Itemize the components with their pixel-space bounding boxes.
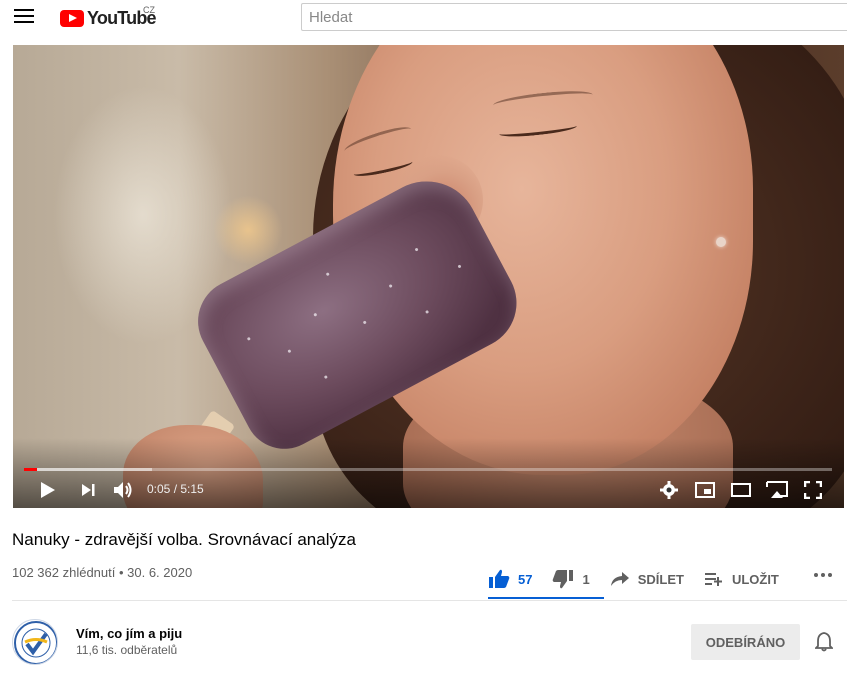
like-count: 57 bbox=[518, 571, 533, 587]
share-icon bbox=[610, 572, 629, 586]
sentiment-bar bbox=[488, 597, 604, 599]
like-button[interactable]: 57 bbox=[488, 569, 532, 589]
save-playlist-icon bbox=[704, 573, 722, 586]
theater-icon bbox=[731, 483, 751, 497]
share-button[interactable]: SDÍLET bbox=[610, 571, 684, 587]
miniplayer-icon bbox=[695, 482, 715, 498]
country-code: CZ bbox=[143, 5, 155, 15]
cast-icon bbox=[766, 481, 788, 498]
thumbs-down-icon bbox=[553, 570, 574, 589]
search-box bbox=[301, 3, 847, 31]
time-display: 0:05 / 5:15 bbox=[147, 482, 204, 496]
miniplayer-button[interactable] bbox=[694, 480, 716, 500]
next-button[interactable] bbox=[78, 481, 98, 499]
volume-icon bbox=[114, 482, 132, 498]
save-button[interactable]: ULOŽIT bbox=[704, 571, 779, 587]
buffer-bar bbox=[24, 468, 152, 471]
video-meta: 102 362 zhlédnutí • 30. 6. 2020 bbox=[12, 565, 193, 580]
save-label: ULOŽIT bbox=[731, 571, 779, 587]
video-title: Nanuky - zdravější volba. Srovnávací ana… bbox=[12, 530, 356, 549]
dislike-count: 1 bbox=[582, 571, 590, 587]
settings-icon bbox=[660, 481, 678, 499]
volume-button[interactable] bbox=[112, 480, 134, 500]
fullscreen-icon bbox=[804, 481, 822, 499]
theater-mode-button[interactable] bbox=[730, 480, 752, 500]
menu-icon[interactable] bbox=[14, 9, 34, 27]
dislike-button[interactable]: 1 bbox=[552, 569, 590, 589]
youtube-play-logo-icon bbox=[60, 9, 84, 27]
play-button[interactable] bbox=[37, 480, 59, 500]
settings-button[interactable] bbox=[659, 480, 679, 500]
cast-button[interactable] bbox=[765, 480, 789, 500]
video-player[interactable]: 0:05 / 5:15 bbox=[13, 45, 844, 508]
progress-bar[interactable] bbox=[24, 468, 832, 471]
next-icon bbox=[82, 484, 95, 496]
thumbs-up-icon bbox=[489, 569, 510, 588]
bell-icon bbox=[813, 632, 835, 652]
search-input[interactable] bbox=[302, 4, 847, 30]
subscribed-button[interactable]: ODEBÍRÁNO bbox=[691, 624, 800, 660]
channel-avatar[interactable] bbox=[12, 619, 58, 665]
channel-logo-icon bbox=[14, 621, 57, 664]
divider bbox=[12, 600, 847, 601]
fullscreen-button[interactable] bbox=[803, 480, 823, 500]
played-bar bbox=[24, 468, 37, 471]
channel-name[interactable]: Vím, co jím a piju bbox=[76, 626, 182, 641]
subscriber-count: 11,6 tis. odběratelů bbox=[76, 643, 178, 657]
video-frame bbox=[13, 45, 844, 508]
play-icon bbox=[41, 482, 55, 498]
more-icon bbox=[814, 573, 832, 577]
action-bar: 57 1 SDÍLET ULOŽIT bbox=[488, 560, 799, 598]
share-label: SDÍLET bbox=[637, 571, 684, 587]
youtube-logo[interactable]: YouTube bbox=[60, 8, 157, 28]
more-actions-button[interactable] bbox=[812, 566, 834, 589]
notification-bell-button[interactable] bbox=[813, 632, 835, 657]
masthead: YouTube CZ bbox=[0, 0, 847, 37]
